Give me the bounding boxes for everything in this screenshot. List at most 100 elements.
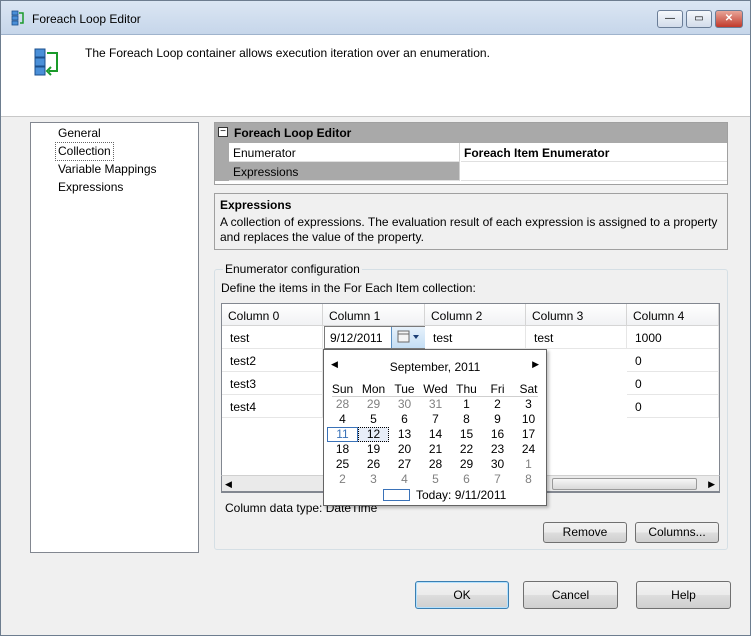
- date-dropdown-button[interactable]: [391, 327, 425, 348]
- calendar-day[interactable]: 1: [513, 457, 544, 472]
- scroll-right-icon[interactable]: ▶: [708, 479, 715, 490]
- calendar-day[interactable]: 28: [327, 397, 358, 412]
- nav-item-collection[interactable]: Collection: [55, 142, 114, 161]
- calendar-day[interactable]: 4: [327, 412, 358, 427]
- table-cell[interactable]: 0: [627, 372, 719, 395]
- calendar-day[interactable]: 16: [482, 427, 513, 442]
- date-picker-input[interactable]: 9/12/2011: [324, 326, 425, 349]
- calendar-day[interactable]: 25: [327, 457, 358, 472]
- calendar-day[interactable]: 6: [451, 472, 482, 487]
- calendar-day[interactable]: 5: [420, 472, 451, 487]
- calendar-day[interactable]: 19: [358, 442, 389, 457]
- table-cell[interactable]: test2: [222, 349, 323, 372]
- property-value[interactable]: [461, 162, 727, 181]
- close-button[interactable]: ✕: [715, 10, 743, 28]
- calendar-day[interactable]: 6: [389, 412, 420, 427]
- calendar-day[interactable]: 26: [358, 457, 389, 472]
- day-of-week-label: Sun: [331, 382, 354, 396]
- calendar-day[interactable]: 30: [482, 457, 513, 472]
- property-name: Expressions: [229, 162, 460, 181]
- scroll-left-icon[interactable]: ◀: [225, 479, 232, 490]
- calendar-day[interactable]: 21: [420, 442, 451, 457]
- table-cell[interactable]: test: [526, 326, 627, 349]
- table-cell[interactable]: test: [222, 326, 323, 349]
- calendar-day[interactable]: 7: [420, 412, 451, 427]
- table-cell[interactable]: 0: [627, 349, 719, 372]
- category-label: Foreach Loop Editor: [234, 126, 352, 140]
- calendar-day[interactable]: 29: [451, 457, 482, 472]
- collapse-icon[interactable]: −: [218, 127, 228, 137]
- date-value[interactable]: 9/12/2011: [330, 331, 383, 345]
- day-of-week-label: Sat: [519, 382, 538, 396]
- calendar-day[interactable]: 2: [327, 472, 358, 487]
- calendar-day[interactable]: 7: [482, 472, 513, 487]
- ok-button[interactable]: OK: [415, 581, 509, 609]
- calendar-day[interactable]: 18: [327, 442, 358, 457]
- calendar-day[interactable]: 3: [513, 397, 544, 412]
- column-header[interactable]: Column 4: [627, 304, 719, 326]
- property-grid-category[interactable]: − Foreach Loop Editor: [215, 123, 727, 143]
- property-row-enumerator[interactable]: Enumerator Foreach Item Enumerator: [215, 143, 727, 162]
- calendar-day[interactable]: 20: [389, 442, 420, 457]
- table-cell[interactable]: 1000: [627, 326, 719, 349]
- calendar-day[interactable]: 28: [420, 457, 451, 472]
- calendar-day[interactable]: 29: [358, 397, 389, 412]
- calendar-day[interactable]: 1: [451, 397, 482, 412]
- foreach-loop-editor-window: Foreach Loop Editor — ▭ ✕ The Foreach Lo…: [0, 0, 751, 636]
- group-title: Enumerator configuration: [223, 262, 362, 276]
- description-body: A collection of expressions. The evaluat…: [220, 215, 718, 244]
- day-of-week-label: Tue: [394, 382, 415, 396]
- calendar-day[interactable]: 23: [482, 442, 513, 457]
- today-link[interactable]: Today: 9/11/2011: [416, 488, 506, 502]
- calendar-day[interactable]: 22: [451, 442, 482, 457]
- calendar-day[interactable]: 11: [327, 427, 358, 442]
- table-cell[interactable]: test3: [222, 372, 323, 395]
- calendar-day[interactable]: 8: [513, 472, 544, 487]
- minimize-button[interactable]: —: [657, 10, 683, 28]
- calendar-day[interactable]: 4: [389, 472, 420, 487]
- calendar-dropdown: ◀ September, 2011 ▶ Sun Mon Tue Wed Thu Fri Sa…: [323, 349, 547, 506]
- column-header[interactable]: Column 1: [323, 304, 425, 326]
- table-cell[interactable]: test: [425, 326, 526, 349]
- columns-button[interactable]: Columns...: [635, 522, 719, 543]
- calendar-day[interactable]: 9: [482, 412, 513, 427]
- title-bar[interactable]: Foreach Loop Editor — ▭ ✕: [1, 1, 750, 35]
- day-of-week-label: Wed: [423, 382, 448, 396]
- foreach-loop-icon: [11, 10, 24, 26]
- today-marker-icon[interactable]: [383, 489, 410, 501]
- calendar-day[interactable]: 14: [420, 427, 451, 442]
- property-value[interactable]: Foreach Item Enumerator: [461, 143, 727, 162]
- calendar-day[interactable]: 27: [389, 457, 420, 472]
- calendar-day[interactable]: 24: [513, 442, 544, 457]
- property-name: Enumerator: [229, 143, 460, 162]
- calendar-day[interactable]: 3: [358, 472, 389, 487]
- remove-button[interactable]: Remove: [543, 522, 627, 543]
- window-title: Foreach Loop Editor: [32, 12, 141, 26]
- next-month-icon[interactable]: ▶: [532, 359, 539, 370]
- column-header[interactable]: Column 3: [526, 304, 627, 326]
- scrollbar-thumb[interactable]: [552, 478, 697, 490]
- help-button[interactable]: Help: [636, 581, 731, 609]
- nav-item-variable-mappings[interactable]: Variable Mappings: [56, 161, 159, 178]
- nav-item-general[interactable]: General: [56, 125, 103, 142]
- calendar-day[interactable]: 5: [358, 412, 389, 427]
- table-cell[interactable]: test4: [222, 395, 323, 418]
- cancel-button[interactable]: Cancel: [523, 581, 618, 609]
- table-cell[interactable]: 0: [627, 395, 719, 418]
- column-header[interactable]: Column 2: [425, 304, 526, 326]
- calendar-day[interactable]: 13: [389, 427, 420, 442]
- calendar-day[interactable]: 8: [451, 412, 482, 427]
- calendar-day[interactable]: 15: [451, 427, 482, 442]
- column-header[interactable]: Column 0: [222, 304, 323, 326]
- calendar-day[interactable]: 12: [358, 427, 389, 442]
- calendar-day[interactable]: 17: [513, 427, 544, 442]
- calendar-day[interactable]: 30: [389, 397, 420, 412]
- calendar-day[interactable]: 31: [420, 397, 451, 412]
- calendar-day[interactable]: 2: [482, 397, 513, 412]
- nav-item-expressions[interactable]: Expressions: [56, 179, 125, 196]
- page-navigation-list: General Collection Variable Mappings Exp…: [30, 122, 199, 553]
- maximize-button[interactable]: ▭: [686, 10, 712, 28]
- property-row-expressions[interactable]: Expressions: [215, 162, 727, 181]
- calendar-month-label[interactable]: September, 2011: [324, 360, 546, 374]
- calendar-day[interactable]: 10: [513, 412, 544, 427]
